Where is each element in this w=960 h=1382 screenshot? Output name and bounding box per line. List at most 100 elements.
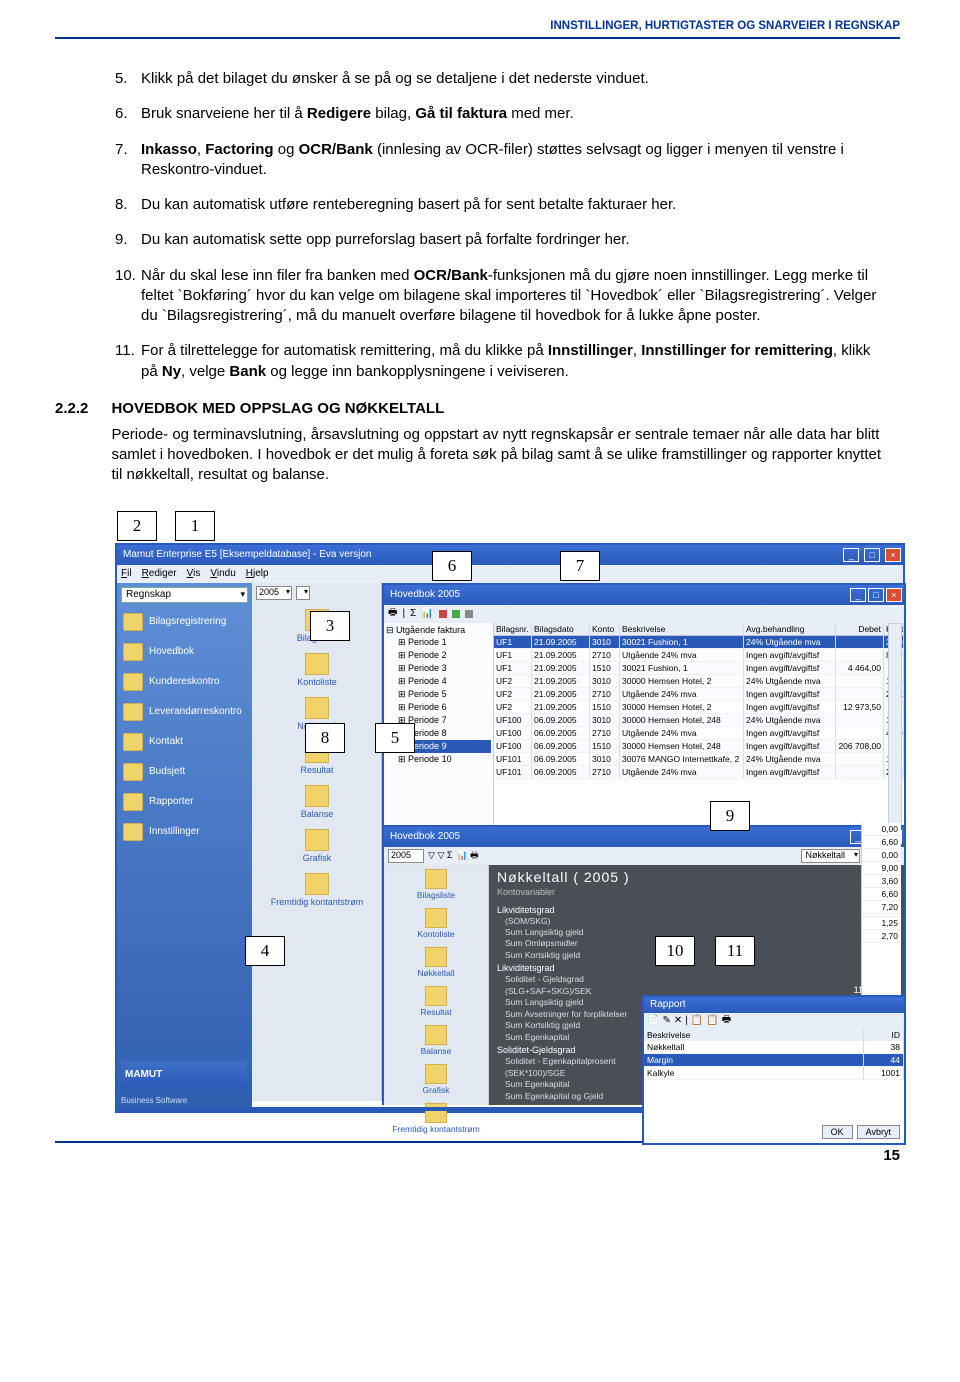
tree-item[interactable]: ⊞ Periode 6: [386, 701, 491, 714]
menu-item[interactable]: Rediger: [142, 568, 177, 579]
module-combo[interactable]: Regnskap: [121, 587, 248, 603]
close-button[interactable]: ×: [885, 548, 901, 562]
hovedbok-window: Hovedbok 2005 _□× 🖶|Σ📊 ⊟ Utgående faktur…: [382, 583, 906, 843]
tree-item[interactable]: ⊞ Periode 2: [386, 649, 491, 662]
sub2-nav-item[interactable]: Nøkkeltall: [384, 947, 488, 978]
grid-row[interactable]: UF121.09.20052710Utgående 24% mvaIngen a…: [494, 649, 904, 662]
sub1-max[interactable]: □: [868, 588, 884, 602]
menu-item[interactable]: Fil: [121, 568, 132, 579]
col-header[interactable]: Beskrivelse: [620, 623, 744, 635]
report-row[interactable]: Margin44: [644, 1054, 904, 1067]
cancel-button[interactable]: Avbryt: [857, 1125, 900, 1139]
menu-bar[interactable]: Fil Rediger Vis Vindu Hjelp: [117, 565, 903, 583]
nav-item[interactable]: Innstillinger: [117, 817, 252, 847]
grid-row[interactable]: UF221.09.2005151030000 Hemsen Hotel, 2In…: [494, 701, 904, 714]
sub1-min[interactable]: _: [850, 588, 866, 602]
list-item: 6.Bruk snarveiene her til å Redigere bil…: [115, 104, 900, 124]
callout-10: 10: [655, 936, 695, 966]
callout-6: 6: [432, 551, 472, 581]
sub2-toolbar[interactable]: 2005 ▽ ▽ Σ📊 🖶 Nøkkeltall Total: [384, 847, 904, 865]
sub2-nav-item[interactable]: Kontoliste: [384, 908, 488, 939]
callout-5: 5: [375, 723, 415, 753]
year-combo[interactable]: 2005: [256, 586, 292, 600]
year-spin[interactable]: [296, 586, 310, 600]
value-cell: 7,20: [862, 901, 901, 914]
tree-item[interactable]: ⊞ Periode 4: [386, 675, 491, 688]
callout-1: 1: [175, 511, 215, 541]
center-item[interactable]: Fremtidig kontantstrøm: [258, 873, 376, 907]
header-rule: [55, 37, 900, 39]
screenshot-composite: 2 1 6 7 3 8 5 9 4 10 11 Mamut Enterprise…: [115, 511, 905, 1116]
grid-row[interactable]: UF10106.09.20052710Utgående 24% mvaIngen…: [494, 766, 904, 779]
tree-item[interactable]: ⊞ Periode 10: [386, 753, 491, 766]
menu-item[interactable]: Hjelp: [246, 568, 269, 579]
grid-row[interactable]: UF10006.09.2005301030000 Hemsen Hotel, 2…: [494, 714, 904, 727]
sub2-nav-item[interactable]: Bilagsliste: [384, 869, 488, 900]
sub3-h2: ID: [864, 1029, 904, 1041]
entries-grid[interactable]: Bilagsnr.BilagsdatoKontoBeskrivelseAvg.b…: [494, 623, 904, 843]
tree-root-label: Utgående faktura: [396, 625, 465, 635]
kpi-heading: Nøkkeltall ( 2005 ): [497, 869, 896, 885]
sub2-sidenav[interactable]: Bilagsliste Kontoliste Nøkkeltall Resultat B…: [384, 865, 489, 1105]
sub2-nav-item[interactable]: Resultat: [384, 986, 488, 1017]
tree-item[interactable]: ⊞ Periode 1: [386, 636, 491, 649]
value-cell: 9,00: [862, 862, 901, 875]
section-2-2-2: 2.2.2 HOVEDBOK MED OPPSLAG OG NØKKELTALL…: [55, 400, 900, 486]
grid-row[interactable]: UF221.09.20052710Utgående 24% mvaIngen a…: [494, 688, 904, 701]
sub2-nav-item[interactable]: Balanse: [384, 1025, 488, 1056]
value-cell: 6,60: [862, 836, 901, 849]
nav-item[interactable]: Bilagsregistrering: [117, 607, 252, 637]
list-item: 5.Klikk på det bilaget du ønsker å se på…: [115, 69, 900, 89]
sub1-titlebar[interactable]: Hovedbok 2005 _□×: [384, 585, 904, 605]
sub2-year[interactable]: 2005: [388, 849, 424, 863]
grid-row[interactable]: UF10006.09.2005151030000 Hemsen Hotel, 2…: [494, 740, 904, 753]
center-item[interactable]: Grafisk: [258, 829, 376, 863]
kpi-selector[interactable]: Nøkkeltall: [801, 849, 860, 863]
sub3-toolbar[interactable]: 📄✎✕|📋📋🖶: [644, 1013, 904, 1029]
tree-item[interactable]: ⊞ Periode 3: [386, 662, 491, 675]
sub1-close[interactable]: ×: [886, 588, 902, 602]
nav-item[interactable]: Kundereskontro: [117, 667, 252, 697]
col-header[interactable]: Avg.behandling: [744, 623, 836, 635]
kpi-line: Sum Kortsiktig gjeld: [497, 950, 896, 961]
value-cell: 0,00: [862, 823, 901, 836]
instruction-list: 5.Klikk på det bilaget du ønsker å se på…: [115, 69, 900, 382]
grid-row[interactable]: UF221.09.2005301030000 Hemsen Hotel, 224…: [494, 675, 904, 688]
nav-item[interactable]: Leverandørreskontro: [117, 697, 252, 727]
nav-item[interactable]: Budsjett: [117, 757, 252, 787]
ok-button[interactable]: OK: [822, 1125, 853, 1139]
sub2-nav-item[interactable]: Grafisk: [384, 1064, 488, 1095]
callout-11: 11: [715, 936, 755, 966]
col-header[interactable]: Debet: [836, 623, 884, 635]
center-item[interactable]: Balanse: [258, 785, 376, 819]
grid-row[interactable]: UF10106.09.2005301030076 MANGO Internett…: [494, 753, 904, 766]
kpi-section: Likviditetsgrad: [497, 963, 896, 973]
grid-row[interactable]: UF121.09.2005151030021 Fushion, 1Ingen a…: [494, 662, 904, 675]
nav-item[interactable]: Kontakt: [117, 727, 252, 757]
col-header[interactable]: Bilagsnr.: [494, 623, 532, 635]
center-item[interactable]: Kontoliste: [258, 653, 376, 687]
sub2-titlebar[interactable]: Hovedbok 2005 _□×: [384, 827, 904, 847]
minimize-button[interactable]: _: [843, 548, 859, 562]
col-header[interactable]: Bilagsdato: [532, 623, 590, 635]
sub1-toolbar[interactable]: 🖶|Σ📊: [384, 605, 904, 623]
scrollbar[interactable]: [888, 623, 902, 841]
report-row[interactable]: Nøkkeltall38: [644, 1041, 904, 1054]
grid-row[interactable]: UF121.09.2005301030021 Fushion, 124% Utg…: [494, 636, 904, 649]
callout-3: 3: [310, 611, 350, 641]
col-header[interactable]: Konto: [590, 623, 620, 635]
sub1-title: Hovedbok 2005: [390, 589, 460, 600]
sub3-titlebar[interactable]: Rapport ×: [644, 997, 904, 1013]
rapport-window: Rapport × 📄✎✕|📋📋🖶 BeskrivelseID Nøkkelta…: [642, 995, 906, 1145]
report-row[interactable]: Kalkyle1001: [644, 1067, 904, 1080]
kpi-line: Sum Omløpsmidler: [497, 938, 896, 949]
main-titlebar[interactable]: Mamut Enterprise E5 [Eksempeldatabase] -…: [117, 545, 903, 565]
tree-item[interactable]: ⊞ Periode 5: [386, 688, 491, 701]
grid-row[interactable]: UF10006.09.20052710Utgående 24% mvaIngen…: [494, 727, 904, 740]
menu-item[interactable]: Vindu: [210, 568, 235, 579]
main-window: Mamut Enterprise E5 [Eksempeldatabase] -…: [115, 543, 905, 1113]
maximize-button[interactable]: □: [864, 548, 880, 562]
nav-item[interactable]: Rapporter: [117, 787, 252, 817]
nav-item[interactable]: Hovedbok: [117, 637, 252, 667]
menu-item[interactable]: Vis: [187, 568, 201, 579]
